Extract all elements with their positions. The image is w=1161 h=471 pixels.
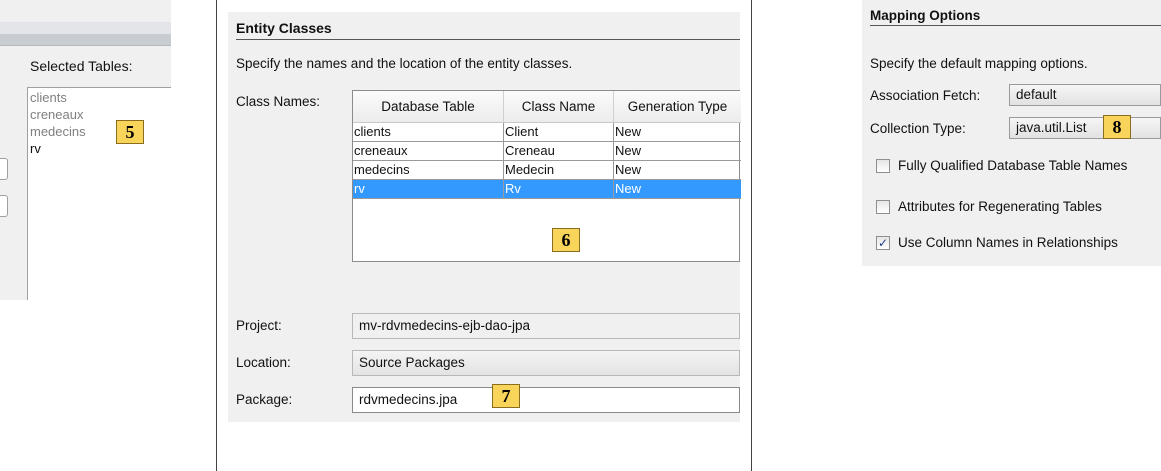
- list-item[interactable]: rv: [30, 141, 41, 156]
- location-label: Location:: [236, 355, 291, 370]
- table-cell[interactable]: New: [614, 161, 741, 180]
- table-cell[interactable]: clients: [353, 123, 504, 142]
- column-names-relationships-label[interactable]: Use Column Names in Relationships: [898, 235, 1118, 250]
- step-badge-5: 5: [116, 120, 144, 144]
- step-badge-6: 6: [552, 228, 580, 252]
- package-label: Package:: [236, 392, 293, 407]
- entity-classes-description: Specify the names and the location of th…: [236, 56, 573, 71]
- panel-header-strip: [0, 22, 171, 34]
- table-cell[interactable]: New: [614, 142, 741, 161]
- table-cell[interactable]: Client: [504, 123, 614, 142]
- step-badge-8: 8: [1103, 115, 1131, 139]
- column-header-class-name[interactable]: Class Name: [504, 91, 614, 123]
- regenerating-tables-label[interactable]: Attributes for Regenerating Tables: [898, 199, 1102, 214]
- regenerating-tables-checkbox[interactable]: [876, 200, 890, 214]
- association-fetch-label: Association Fetch:: [870, 88, 981, 103]
- step-badge-7: 7: [492, 384, 520, 408]
- table-cell[interactable]: Medecin: [504, 161, 614, 180]
- fully-qualified-names-checkbox[interactable]: [876, 159, 890, 173]
- table-cell[interactable]: New: [614, 123, 741, 142]
- entity-classes-title: Entity Classes: [236, 20, 332, 36]
- list-item[interactable]: clients: [30, 90, 67, 105]
- fully-qualified-names-label[interactable]: Fully Qualified Database Table Names: [898, 158, 1127, 173]
- table-cell-selected[interactable]: New: [614, 180, 741, 199]
- class-names-label: Class Names:: [236, 94, 321, 109]
- selected-tables-list[interactable]: clients creneaux medecins rv: [27, 87, 171, 300]
- panel-toolbar-strip: [0, 34, 171, 46]
- list-item[interactable]: medecins: [30, 124, 86, 139]
- title-separator: [870, 25, 1161, 26]
- project-field: mv-rdvmedecins-ejb-dao-jpa: [352, 313, 740, 339]
- divider-line: [751, 0, 752, 471]
- location-dropdown[interactable]: Source Packages: [352, 350, 740, 376]
- collection-type-dropdown[interactable]: java.util.List: [1009, 117, 1161, 139]
- project-label: Project:: [236, 318, 282, 333]
- checkmark-icon: ✓: [877, 236, 889, 250]
- table-cell[interactable]: medecins: [353, 161, 504, 180]
- column-header-generation-type[interactable]: Generation Type: [614, 91, 741, 123]
- column-names-relationships-checkbox[interactable]: ✓: [876, 236, 890, 250]
- column-header-database-table[interactable]: Database Table: [353, 91, 504, 123]
- class-names-table[interactable]: Database Table Class Name Generation Typ…: [352, 90, 741, 262]
- table-cell-selected[interactable]: Rv: [504, 180, 614, 199]
- list-item[interactable]: creneaux: [30, 107, 83, 122]
- package-input[interactable]: rdvmedecins.jpa: [352, 387, 740, 413]
- collection-type-label: Collection Type:: [870, 121, 966, 136]
- association-fetch-dropdown[interactable]: default: [1009, 84, 1161, 106]
- table-cell[interactable]: Creneau: [504, 142, 614, 161]
- mapping-options-description: Specify the default mapping options.: [870, 56, 1088, 71]
- selected-tables-label: Selected Tables:: [30, 58, 133, 74]
- remove-button[interactable]: [0, 158, 8, 180]
- divider-line: [216, 0, 217, 471]
- table-cell[interactable]: creneaux: [353, 142, 504, 161]
- table-cell-selected[interactable]: rv: [353, 180, 504, 199]
- remove-all-button[interactable]: [0, 195, 8, 217]
- mapping-options-title: Mapping Options: [870, 8, 981, 23]
- title-separator: [236, 39, 740, 40]
